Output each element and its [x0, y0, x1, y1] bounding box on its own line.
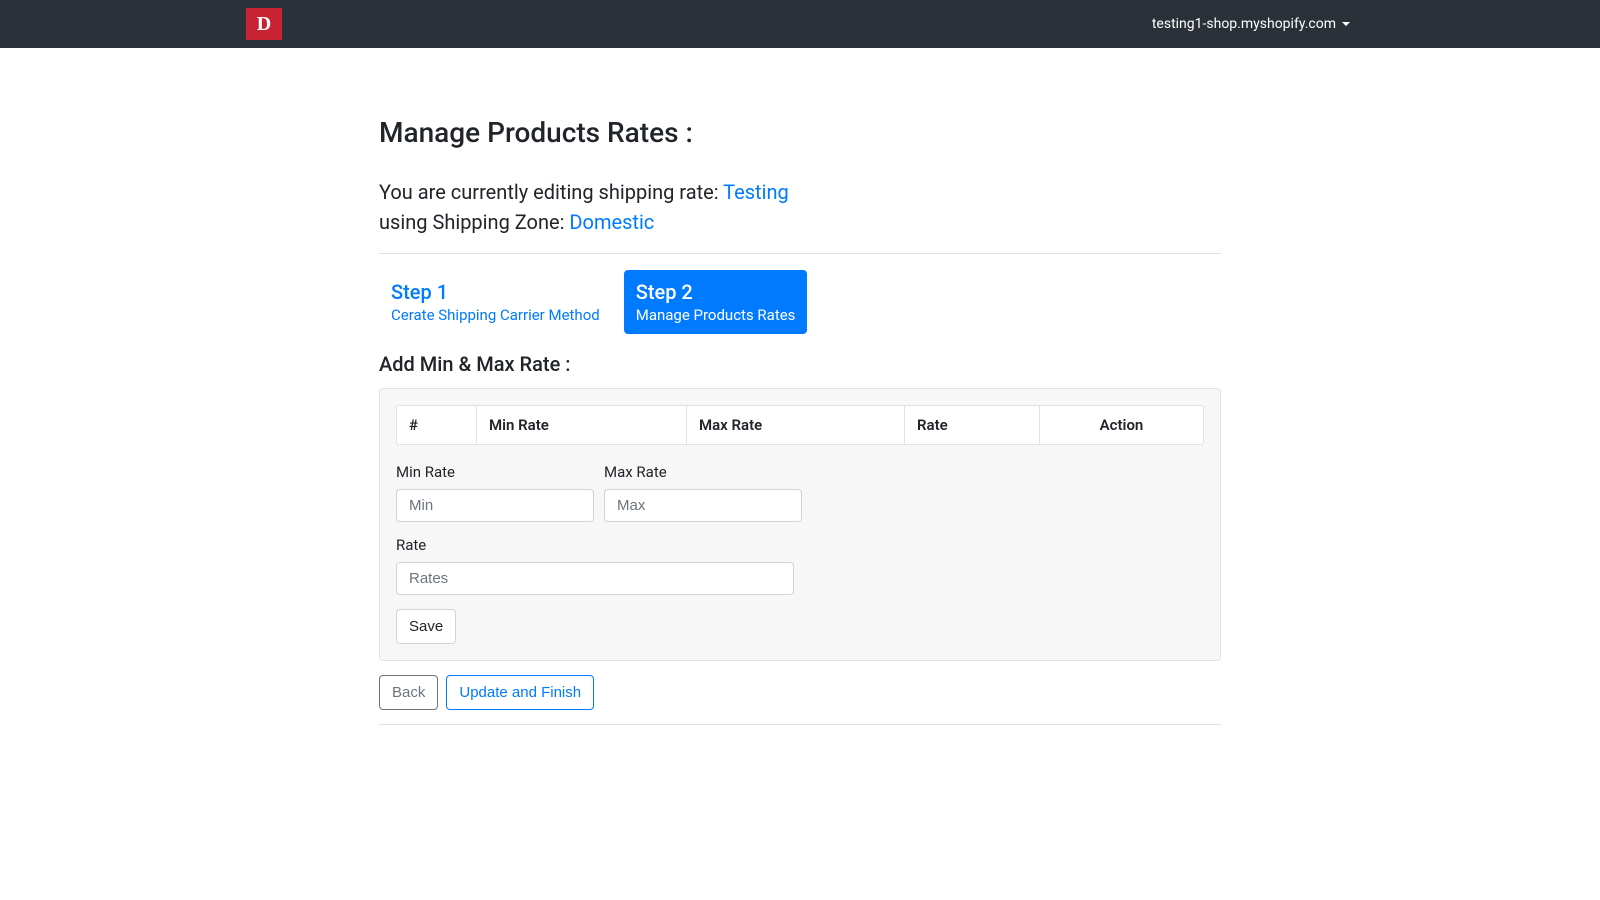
divider [379, 253, 1221, 254]
update-finish-button[interactable]: Update and Finish [446, 675, 594, 710]
step-2-title: Step 2 [636, 280, 796, 304]
chevron-down-icon [1342, 22, 1350, 26]
form-row-rate: Rate [396, 536, 1204, 595]
app-logo-letter: D [257, 13, 271, 36]
navbar: D testing1-shop.myshopify.com [0, 0, 1600, 48]
save-button[interactable]: Save [396, 609, 456, 644]
table-header-num: # [397, 406, 477, 444]
steps-nav: Step 1 Cerate Shipping Carrier Method St… [379, 270, 1221, 334]
rate-input[interactable] [396, 562, 794, 595]
footer-buttons: Back Update and Finish [379, 675, 1221, 710]
max-rate-label: Max Rate [604, 463, 802, 481]
form-row-minmax: Min Rate Max Rate [396, 463, 1204, 522]
back-button[interactable]: Back [379, 675, 438, 710]
form-group-max: Max Rate [604, 463, 802, 522]
rate-label: Rate [396, 536, 794, 554]
section-title: Add Min & Max Rate : [379, 352, 1221, 376]
step-1[interactable]: Step 1 Cerate Shipping Carrier Method [379, 270, 612, 334]
shop-domain-text: testing1-shop.myshopify.com [1152, 16, 1336, 32]
footer-divider [379, 724, 1221, 725]
table-header-row: # Min Rate Max Rate Rate Action [397, 406, 1203, 444]
shop-domain-dropdown[interactable]: testing1-shop.myshopify.com [1152, 16, 1350, 32]
rate-card: # Min Rate Max Rate Rate Action Min Rate… [379, 388, 1221, 661]
rate-table: # Min Rate Max Rate Rate Action [396, 405, 1204, 445]
editing-zone-prefix: using Shipping Zone: [379, 210, 569, 234]
step-2-sub: Manage Products Rates [636, 306, 796, 324]
step-1-sub: Cerate Shipping Carrier Method [391, 306, 600, 324]
table-header-min: Min Rate [477, 406, 687, 444]
table-header-max: Max Rate [687, 406, 905, 444]
min-rate-label: Min Rate [396, 463, 594, 481]
form-group-min: Min Rate [396, 463, 594, 522]
table-header-rate: Rate [905, 406, 1040, 444]
editing-zone-link[interactable]: Domestic [569, 210, 654, 234]
step-2[interactable]: Step 2 Manage Products Rates [624, 270, 808, 334]
main-container: Manage Products Rates : You are currentl… [379, 116, 1221, 765]
editing-rate-prefix: You are currently editing shipping rate: [379, 180, 723, 204]
page-title: Manage Products Rates : [379, 116, 1221, 149]
max-rate-input[interactable] [604, 489, 802, 522]
table-header-action: Action [1040, 406, 1203, 444]
step-1-title: Step 1 [391, 280, 600, 304]
app-logo[interactable]: D [246, 8, 282, 40]
editing-info: You are currently editing shipping rate:… [379, 177, 1221, 237]
editing-rate-link[interactable]: Testing [723, 180, 789, 204]
min-rate-input[interactable] [396, 489, 594, 522]
form-group-rate: Rate [396, 536, 794, 595]
